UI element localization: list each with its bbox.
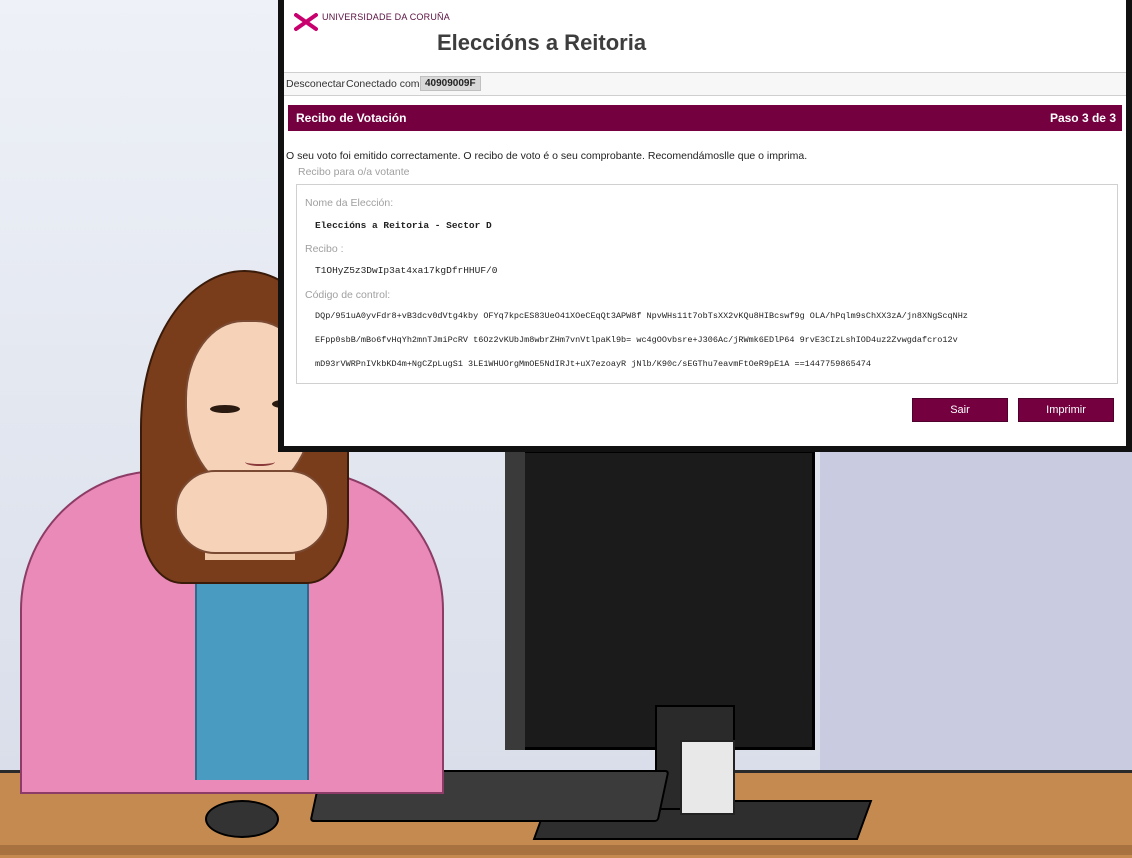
step-indicator: Paso 3 de 3 xyxy=(1049,111,1116,125)
exit-button[interactable]: Sair xyxy=(912,398,1008,422)
panel-title: Recibo de Votación xyxy=(296,111,407,125)
person-shirt xyxy=(195,560,309,780)
connected-as-label: Conectado como xyxy=(346,78,426,90)
control-code-line: mD93rVWRPnIVkbKD4m+NgCZpLugS1 3LE1WHUOrg… xyxy=(315,359,871,369)
voting-receipt-window: UNIVERSIDADE DA CORUÑA Eleccións a Reito… xyxy=(278,0,1132,452)
computer-mouse xyxy=(205,800,279,838)
page-title: Eleccións a Reitoria xyxy=(437,30,647,55)
receipt-value: T1OHyZ5z3DwIp3at4xa17kgDfrHHUF/0 xyxy=(315,265,498,276)
header: UNIVERSIDADE DA CORUÑA Eleccións a Reito… xyxy=(284,0,1126,72)
person-eye-left xyxy=(210,405,240,413)
person-mouth xyxy=(245,458,275,466)
control-code-label: Código de control: xyxy=(305,289,391,301)
monitor-plug xyxy=(680,740,735,815)
monitor-side xyxy=(505,450,525,750)
session-bar: Desconectar Conectado como 40909009F xyxy=(284,72,1126,96)
wall-shade xyxy=(820,450,1132,780)
receipt-label: Recibo : xyxy=(305,243,344,255)
receipt-box: Nome da Elección: Eleccións a Reitoria -… xyxy=(296,184,1118,384)
panel-titlebar: Recibo de Votación Paso 3 de 3 xyxy=(288,105,1122,131)
university-name: UNIVERSIDADE DA CORUÑA xyxy=(322,12,450,22)
control-code-line: EFpp0sbB/mBo6fvHqYh2mnTJmiPcRV t6Oz2vKUb… xyxy=(315,335,958,345)
desk-edge xyxy=(0,845,1132,855)
control-code-line: DQp/951uA0yvFdr8+vB3dcv0dVtg4kby OFYq7kp… xyxy=(315,311,968,321)
print-button[interactable]: Imprimir xyxy=(1018,398,1114,422)
person-hands xyxy=(175,470,329,554)
user-id: 40909009F xyxy=(420,76,481,91)
election-value: Eleccións a Reitoria - Sector D xyxy=(315,220,492,231)
election-label: Nome da Elección: xyxy=(305,197,394,209)
success-message: O seu voto foi emitido correctamente. O … xyxy=(286,150,808,162)
receipt-subtitle: Recibo para o/a votante xyxy=(298,166,410,178)
university-logo-icon xyxy=(294,10,318,34)
disconnect-link[interactable]: Desconectar xyxy=(286,78,345,90)
